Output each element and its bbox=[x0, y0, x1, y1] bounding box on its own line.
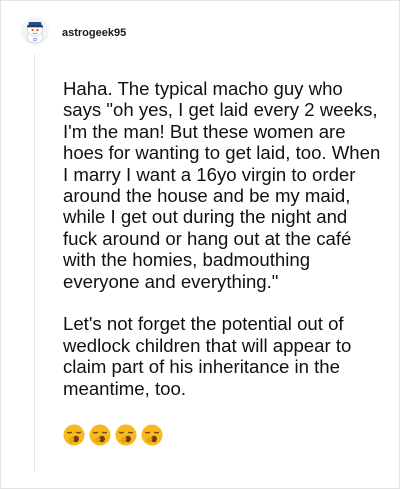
username[interactable]: astrogeek95 bbox=[62, 27, 126, 39]
yawning-face-icon bbox=[141, 424, 163, 446]
thread-line[interactable] bbox=[34, 54, 35, 472]
yawning-face-icon bbox=[115, 424, 137, 446]
comment-body: Haha. The typical macho guy who says "oh… bbox=[63, 78, 383, 399]
yawning-face-icon bbox=[89, 424, 111, 446]
emoji-row bbox=[63, 424, 163, 446]
user-avatar[interactable] bbox=[21, 17, 49, 45]
comment-paragraph: Haha. The typical macho guy who says "oh… bbox=[63, 78, 381, 292]
comment-paragraph: Let's not forget the potential out of we… bbox=[63, 313, 352, 399]
yawning-face-icon bbox=[63, 424, 85, 446]
comment-card: astrogeek95 Haha. The typical macho guy … bbox=[0, 0, 400, 489]
